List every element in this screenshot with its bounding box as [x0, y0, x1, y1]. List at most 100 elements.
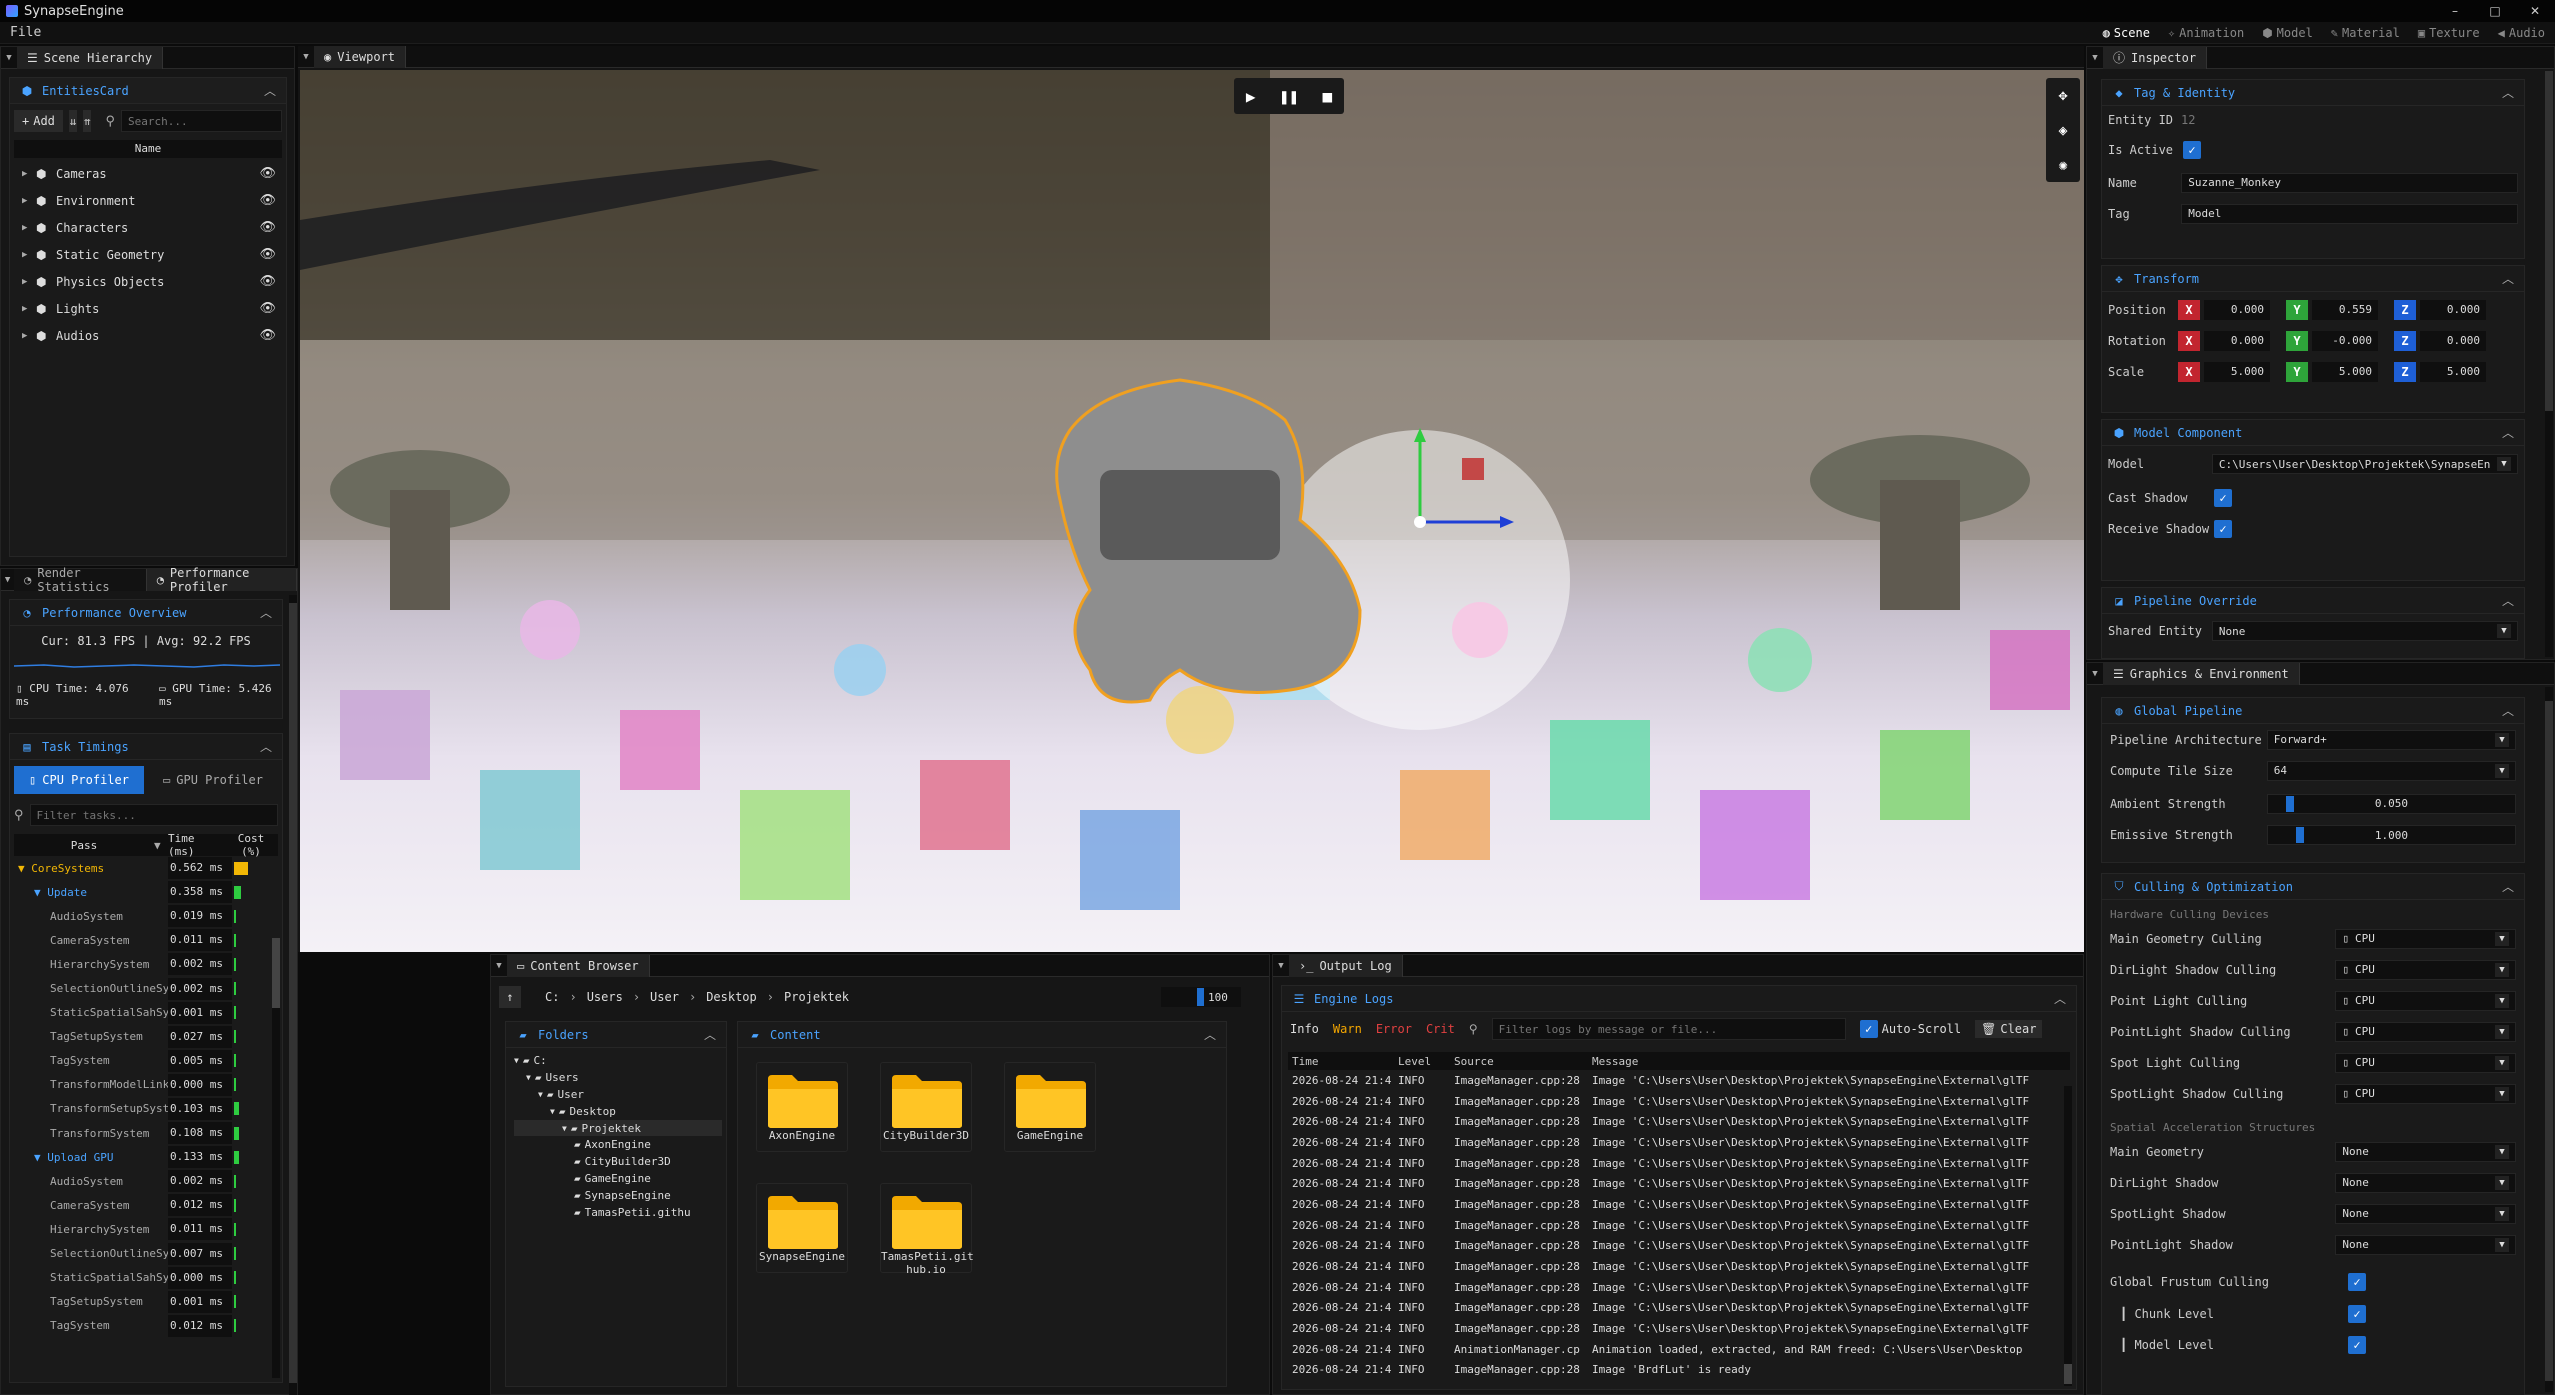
checkbox-checked-icon[interactable]: ✓ — [1859, 1020, 1878, 1038]
tab-content-browser[interactable]: ▭ Content Browser — [507, 954, 650, 977]
tab-viewport[interactable]: ◉ Viewport — [314, 45, 407, 68]
folder-tree-item[interactable]: ▰ CityBuilder3D — [514, 1153, 722, 1170]
task-row[interactable]: TagSetupSystem 0.027 ms — [14, 1025, 278, 1049]
log-row[interactable]: 2026-08-24 21:4 INFO AnimationManager.cp An… — [1288, 1339, 2058, 1360]
culling-row-dropdown[interactable]: ▯ CPU ▼ — [2335, 928, 2516, 949]
eye-icon[interactable]: 👁 — [259, 301, 276, 316]
task-row[interactable]: ▼ Upload GPU 0.133 ms — [14, 1145, 278, 1169]
filter-warn-toggle[interactable]: Warn — [1333, 1022, 1362, 1036]
task-scrollbar[interactable] — [272, 938, 280, 1378]
zoom-slider[interactable]: 100 — [1161, 987, 1241, 1007]
spatial-row-dropdown[interactable]: None ▼ — [2335, 1172, 2516, 1193]
log-scrollbar[interactable] — [2064, 1086, 2072, 1386]
is-active-checkbox[interactable]: ✓ — [2183, 141, 2202, 159]
panel-menu-icon[interactable]: ▼ — [1273, 961, 1289, 971]
log-row[interactable]: 2026-08-24 21:4 INFO ImageManager.cpp:28 Im… — [1288, 1215, 2058, 1236]
task-row[interactable]: TransformSetupSystem0.103 ms — [14, 1097, 278, 1121]
expand-all-button[interactable]: ⇊ — [68, 110, 78, 132]
tree-item[interactable]: ▶ ⬢ Audios 👁 — [10, 322, 286, 349]
tree-item[interactable]: ▶ ⬢ Physics Objects 👁 — [10, 268, 286, 295]
scale-z-field[interactable]: 5.000 — [2420, 361, 2486, 382]
task-row[interactable]: AudioSystem 0.019 ms — [14, 904, 278, 928]
panel-menu-icon[interactable]: ▼ — [1, 53, 17, 63]
tree-item[interactable]: ▶ ⬢ Cameras 👁 — [10, 160, 286, 187]
folder-tree-item[interactable]: ▼ ▰ Desktop — [514, 1103, 722, 1120]
expand-arrow-icon[interactable]: ▼ — [514, 1056, 519, 1065]
log-row[interactable]: 2026-08-24 21:4 INFO ImageManager.cpp:28 Im… — [1288, 1132, 2058, 1153]
menu-file[interactable]: File — [10, 25, 41, 40]
move-tool-icon[interactable]: ✥ — [2058, 86, 2067, 104]
breadcrumb-item[interactable]: User — [650, 990, 679, 1004]
eye-icon[interactable]: 👁 — [259, 274, 276, 289]
rotation-z-field[interactable]: 0.000 — [2420, 330, 2486, 351]
entity-search-input[interactable] — [120, 110, 282, 132]
collapse-chevron-icon[interactable]: ︿ — [260, 738, 272, 755]
task-row[interactable]: HierarchySystem 0.011 ms — [14, 1217, 278, 1241]
name-field[interactable]: Suzanne_Monkey — [2181, 172, 2518, 193]
emissive-strength-slider[interactable]: 1.000 — [2266, 825, 2516, 845]
mode-tab-scene[interactable]: ◍ Scene — [2103, 26, 2150, 40]
tab-performance-profiler[interactable]: ◔ Performance Profiler — [146, 566, 298, 594]
tree-item[interactable]: ▶ ⬢ Lights 👁 — [10, 295, 286, 322]
breadcrumb-item[interactable]: Desktop — [706, 990, 757, 1004]
culling-row-dropdown[interactable]: ▯ CPU ▼ — [2335, 959, 2516, 980]
folder-tree-item[interactable]: ▰ GameEngine — [514, 1170, 722, 1187]
ambient-strength-slider[interactable]: 0.050 — [2266, 793, 2516, 814]
mode-tab-material[interactable]: ✎ Material — [2331, 26, 2400, 40]
spatial-row-dropdown[interactable]: None ▼ — [2335, 1141, 2516, 1162]
panel-menu-icon[interactable]: ▼ — [298, 52, 314, 62]
folder-tree-item[interactable]: ▼ ▰ Users — [514, 1069, 722, 1086]
log-row[interactable]: 2026-08-24 21:4 INFO ImageManager.cpp:28 Im… — [1288, 1194, 2058, 1215]
minimize-button[interactable]: – — [2435, 0, 2475, 22]
graphics-scrollbar-thumb[interactable] — [2545, 701, 2553, 1381]
collapse-chevron-icon[interactable]: ︿ — [2502, 592, 2514, 609]
add-entity-button[interactable]: + Add — [14, 110, 63, 132]
filter-crit-toggle[interactable]: Crit — [1426, 1022, 1455, 1036]
rotation-x-field[interactable]: 0.000 — [2204, 330, 2270, 351]
position-z-field[interactable]: 0.000 — [2420, 299, 2486, 320]
mode-tab-audio[interactable]: ◀ Audio — [2498, 26, 2545, 40]
content-folder-item[interactable]: AxonEngine — [756, 1062, 848, 1152]
graphics-scrollbar[interactable] — [2545, 687, 2553, 1392]
tag-field[interactable]: Model — [2181, 203, 2518, 224]
filter-error-toggle[interactable]: Error — [1376, 1022, 1412, 1036]
tree-item[interactable]: ▶ ⬢ Characters 👁 — [10, 214, 286, 241]
task-row[interactable]: HierarchySystem 0.002 ms — [14, 952, 278, 976]
task-scrollbar-thumb[interactable] — [272, 938, 280, 1008]
task-row[interactable]: TransformSystem 0.108 ms — [14, 1121, 278, 1145]
expand-arrow-icon[interactable]: ▶ — [22, 250, 36, 260]
folder-tree-item[interactable]: ▰ SynapseEngine — [514, 1187, 722, 1204]
log-row[interactable]: 2026-08-24 21:4 INFO ImageManager.cpp:28 Im… — [1288, 1277, 2058, 1298]
pause-icon[interactable]: ❚❚ — [1279, 87, 1298, 106]
culling-row-dropdown[interactable]: ▯ CPU ▼ — [2335, 990, 2516, 1011]
expand-arrow-icon[interactable]: ▼ — [34, 1151, 47, 1164]
panel-menu-icon[interactable]: ▼ — [491, 961, 507, 971]
clear-button[interactable]: 🗑 Clear — [1975, 1020, 2043, 1038]
bug-icon[interactable]: ✺ — [2058, 156, 2067, 174]
log-row[interactable]: 2026-08-24 21:4 INFO ImageManager.cpp:28 Im… — [1288, 1091, 2058, 1112]
panel-menu-icon[interactable]: ▼ — [2087, 53, 2103, 63]
collapse-chevron-icon[interactable]: ︿ — [2502, 878, 2514, 895]
inspector-scrollbar-thumb[interactable] — [2545, 71, 2553, 411]
collapse-chevron-icon[interactable]: ︿ — [264, 82, 276, 99]
filter-info-toggle[interactable]: Info — [1290, 1022, 1319, 1036]
expand-arrow-icon[interactable]: ▼ — [34, 886, 47, 899]
breadcrumb-item[interactable]: C: — [545, 990, 559, 1004]
task-row[interactable]: StaticSpatialSahSystem0.000 ms — [14, 1266, 278, 1290]
play-icon[interactable]: ▶ — [1246, 87, 1256, 106]
tree-item[interactable]: ▶ ⬢ Static Geometry 👁 — [10, 241, 286, 268]
expand-arrow-icon[interactable]: ▶ — [22, 277, 36, 287]
collapse-chevron-icon[interactable]: ︿ — [2502, 702, 2514, 719]
log-row[interactable]: 2026-08-24 21:4 INFO ImageManager.cpp:28 Im… — [1288, 1298, 2058, 1319]
eye-icon[interactable]: 👁 — [259, 166, 276, 181]
tab-output-log[interactable]: ›_ Output Log — [1289, 954, 1403, 977]
task-row[interactable]: CameraSystem 0.012 ms — [14, 1193, 278, 1217]
task-row[interactable]: StaticSpatialSahSystem0.001 ms — [14, 1001, 278, 1025]
zoom-slider-thumb[interactable] — [1197, 988, 1204, 1006]
content-folder-item[interactable]: CityBuilder3D — [880, 1062, 972, 1152]
inspector-scrollbar[interactable] — [2545, 71, 2553, 657]
content-folder-item[interactable]: GameEngine — [1004, 1062, 1096, 1152]
panel-menu-icon[interactable]: ▼ — [2087, 669, 2103, 679]
position-x-field[interactable]: 0.000 — [2204, 299, 2270, 320]
collapse-all-button[interactable]: ⇈ — [83, 110, 92, 132]
